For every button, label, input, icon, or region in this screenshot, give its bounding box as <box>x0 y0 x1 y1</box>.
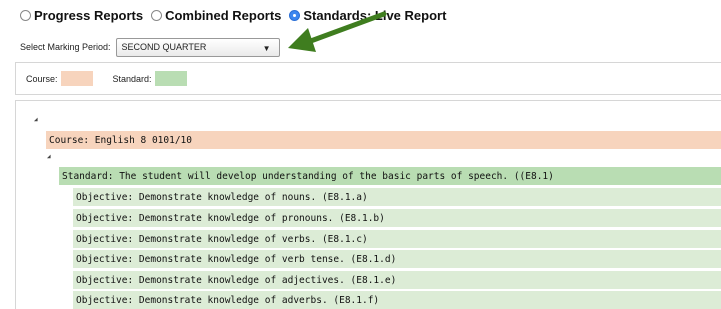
objective-text: Objective: Demonstrate knowledge of noun… <box>76 191 368 203</box>
objective-row[interactable]: Objective: Demonstrate knowledge of noun… <box>73 188 721 206</box>
collapse-triangle-icon[interactable]: ◢ <box>34 116 38 123</box>
standard-row[interactable]: Standard: The student will develop under… <box>59 167 721 185</box>
objective-text: Objective: Demonstrate knowledge of verb… <box>76 233 368 245</box>
arrow-shaft <box>305 11 387 45</box>
course-text: Course: English 8 0101/10 <box>49 134 192 146</box>
progress-reports-radio[interactable] <box>20 9 31 21</box>
color-legend: Course: Standard: <box>15 62 721 95</box>
standard-text: Standard: The student will develop under… <box>62 170 554 182</box>
objective-text: Objective: Demonstrate knowledge of adje… <box>76 274 397 286</box>
marking-period-row: Select Marking Period: SECOND QUARTER ▼ <box>20 37 280 57</box>
chevron-down-icon: ▼ <box>262 43 271 53</box>
legend-course-label: Course: <box>26 73 58 84</box>
legend-standard-label: Standard: <box>112 73 152 84</box>
legend-course-swatch <box>60 71 93 86</box>
annotation-arrow-icon <box>288 11 387 52</box>
progress-reports-option[interactable]: Progress Reports <box>20 8 143 23</box>
arrow-head <box>288 28 316 52</box>
marking-period-select[interactable]: SECOND QUARTER ▼ <box>115 37 280 57</box>
course-row[interactable]: Course: English 8 0101/10 <box>46 131 721 149</box>
legend-standard-swatch <box>154 71 187 86</box>
combined-reports-radio[interactable] <box>151 9 163 21</box>
standards-tree: ◢ Course: English 8 0101/10 ◢ Standard: … <box>15 100 721 309</box>
objective-row[interactable]: Objective: Demonstrate knowledge of adje… <box>73 271 721 289</box>
objective-row[interactable]: Objective: Demonstrate knowledge of pron… <box>73 209 721 227</box>
progress-reports-label: Progress Reports <box>34 7 144 23</box>
combined-reports-option[interactable]: Combined Reports <box>151 8 281 23</box>
objective-text: Objective: Demonstrate knowledge of pron… <box>76 212 385 224</box>
objective-row[interactable]: Objective: Demonstrate knowledge of adve… <box>73 291 721 309</box>
objective-text: Objective: Demonstrate knowledge of adve… <box>76 294 380 306</box>
objective-row[interactable]: Objective: Demonstrate knowledge of verb… <box>73 250 721 268</box>
combined-reports-label: Combined Reports <box>165 7 282 23</box>
collapse-triangle-icon[interactable]: ◢ <box>47 153 51 160</box>
marking-period-value: SECOND QUARTER <box>121 42 207 52</box>
objective-row[interactable]: Objective: Demonstrate knowledge of verb… <box>73 230 721 248</box>
marking-period-label: Select Marking Period: <box>20 42 111 52</box>
objective-text: Objective: Demonstrate knowledge of verb… <box>76 253 397 265</box>
